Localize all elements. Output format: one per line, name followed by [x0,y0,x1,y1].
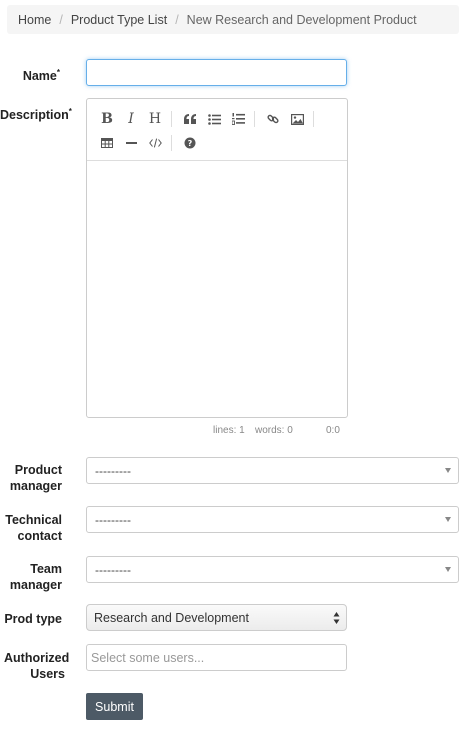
name-label: Name* [10,65,60,84]
team-manager-label: Team manager [8,561,62,593]
quote-icon[interactable] [180,110,200,128]
link-icon[interactable] [263,110,283,128]
heading-button[interactable]: H [145,110,165,128]
technical-contact-label: Technical contact [4,512,62,544]
editor-text-area[interactable] [87,161,347,417]
authorized-users-label-line-2: Users [30,667,65,681]
image-icon[interactable] [287,110,307,128]
description-editor: B I H ? [86,98,348,418]
technical-contact-label-line-1: Technical [5,513,62,527]
horizontal-rule-icon[interactable] [121,134,141,152]
product-manager-select[interactable]: --------- [86,457,459,484]
prod-type-label: Prod type [4,612,62,626]
chevron-down-icon [445,567,451,572]
authorized-users-label-line-1: Authorized [4,651,70,665]
technical-contact-select[interactable]: --------- [86,506,459,533]
breadcrumb-home-link[interactable]: Home [18,13,51,27]
help-icon[interactable]: ? [180,134,200,152]
code-icon[interactable] [145,134,165,152]
submit-button[interactable]: Submit [86,693,143,720]
editor-cursor-position: 0:0 [326,425,340,436]
breadcrumb-product-type-list-link[interactable]: Product Type List [71,13,167,27]
toolbar-divider [171,135,172,151]
name-label-text: Name [22,69,57,84]
prod-type-select[interactable]: Research and Development [86,604,347,631]
italic-button[interactable]: I [121,110,141,128]
prod-type-selected-value: Research and Development [94,610,249,625]
product-manager-label: Product manager [8,462,62,494]
breadcrumb-separator: / [59,12,63,27]
select-updown-icon [333,612,340,624]
technical-contact-label-line-2: contact [17,529,62,543]
authorized-users-input[interactable]: Select some users... [86,644,347,671]
bold-button[interactable]: B [97,110,117,128]
unordered-list-icon[interactable] [204,110,224,128]
authorized-users-placeholder: Select some users... [91,650,205,665]
toolbar-divider [171,111,172,127]
editor-lines-count: lines: 1 [213,425,245,436]
breadcrumb-separator: / [175,12,179,27]
team-manager-label-line-2: manager [9,578,62,592]
required-marker: * [56,68,60,77]
team-manager-selected-value: --------- [95,562,131,577]
editor-toolbar: B I H ? [87,99,347,161]
ordered-list-icon[interactable] [228,110,248,128]
team-manager-label-line-1: Team [30,562,62,576]
description-label: Description* [0,104,72,123]
toolbar-divider [313,111,314,127]
product-manager-label-line-2: manager [9,479,62,493]
description-label-text: Description [0,108,69,123]
toolbar-divider [254,111,255,127]
breadcrumb-current-page: New Research and Development Product [186,12,417,27]
product-manager-label-line-1: Product [14,463,62,477]
svg-text:?: ? [188,139,193,148]
table-icon[interactable] [97,134,117,152]
team-manager-select[interactable]: --------- [86,556,459,583]
required-marker: * [68,107,72,116]
chevron-down-icon [445,517,451,522]
editor-words-count: words: 0 [255,425,293,436]
name-input[interactable] [86,59,347,86]
technical-contact-selected-value: --------- [95,512,131,527]
chevron-down-icon [445,468,451,473]
breadcrumb: Home / Product Type List / New Research … [7,5,459,34]
product-manager-selected-value: --------- [95,463,131,478]
authorized-users-label: Authorized Users [4,650,70,682]
